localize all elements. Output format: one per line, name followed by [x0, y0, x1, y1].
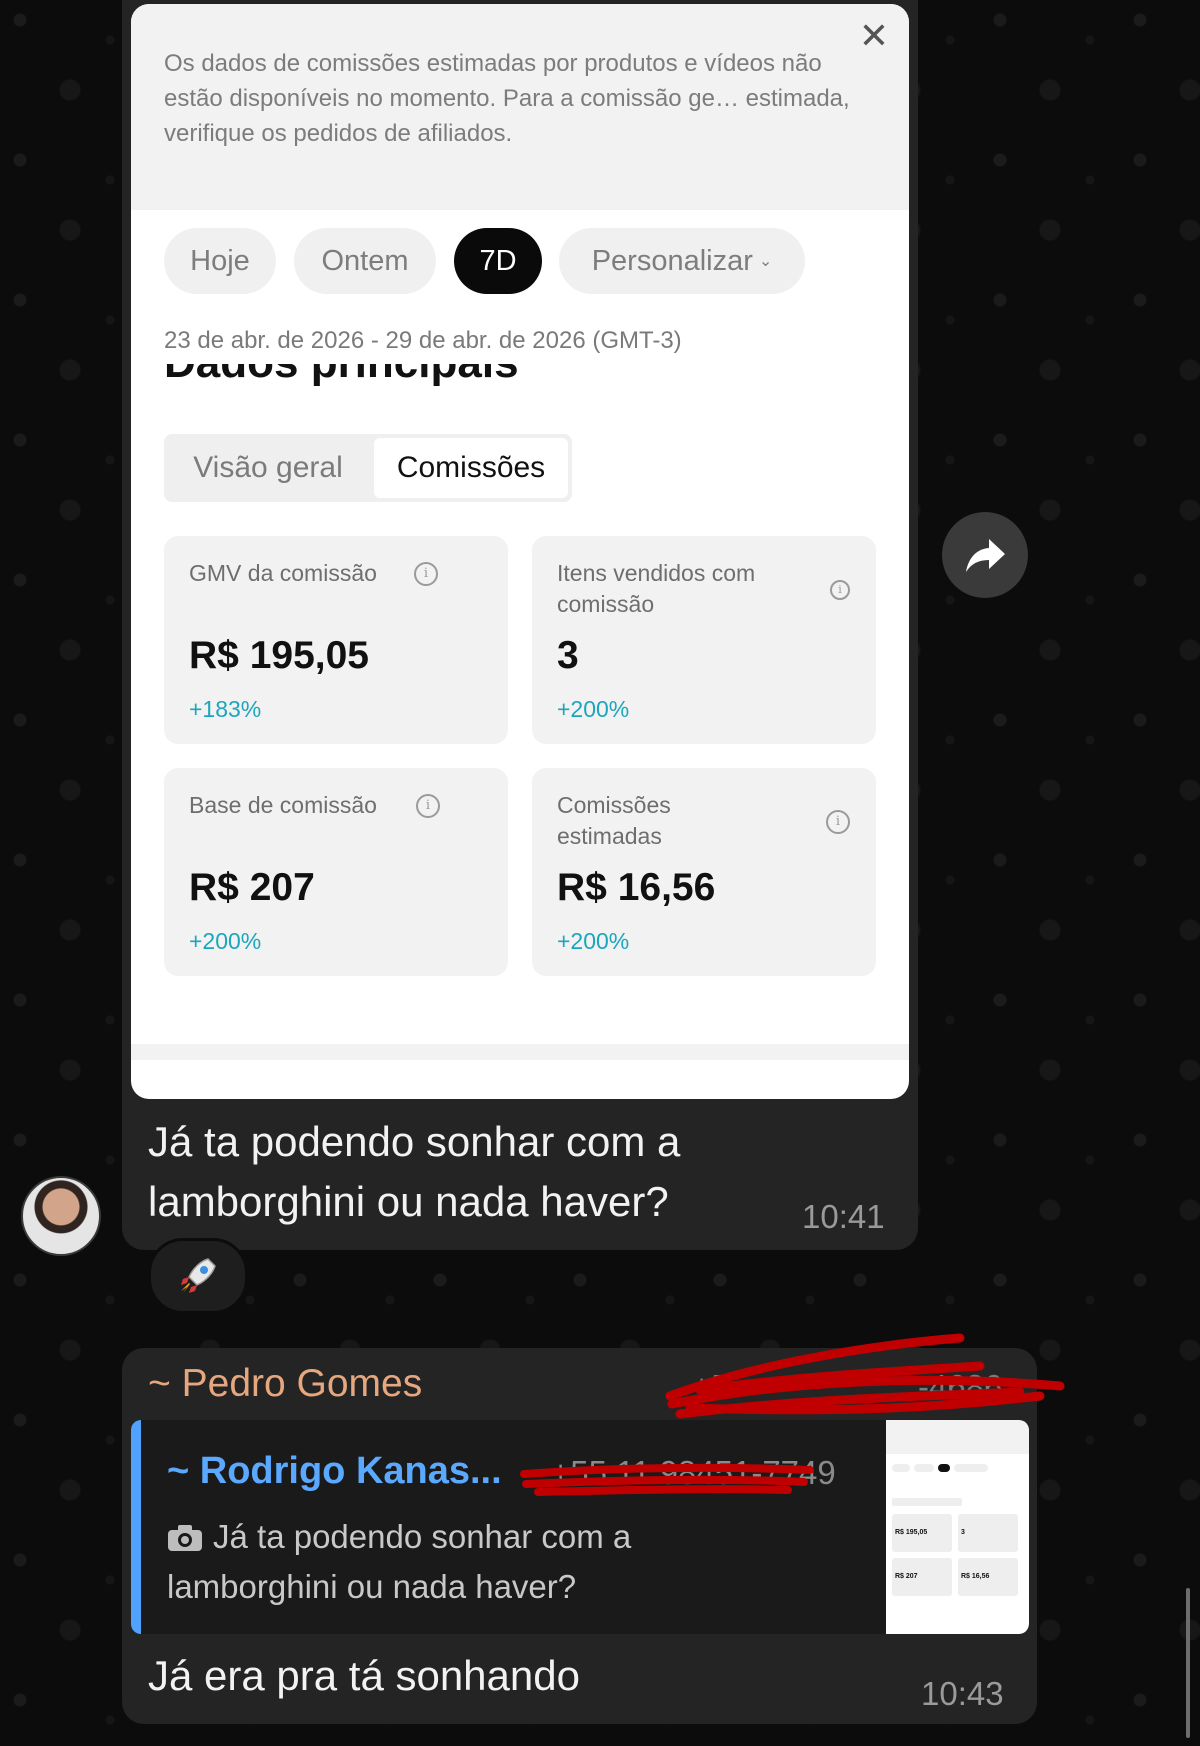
sender-name[interactable]: ~ Pedro Gomes [148, 1362, 422, 1406]
metric-card-items-sold: Itens vendidos com comissão i 3 +200% [532, 536, 876, 744]
metric-card-commission-base: Base de comissão i R$ 207 +200% [164, 768, 508, 976]
message-text: Já ta podendo sonhar com a lamborghini o… [148, 1118, 681, 1225]
info-icon: i [830, 580, 850, 600]
metric-label: Comissões estimadas [557, 792, 671, 849]
chevron-down-icon: ⌄ [758, 253, 773, 270]
date-range: 23 de abr. de 2026 - 29 de abr. de 2026 … [164, 327, 682, 354]
sender-phone: +5 [692, 1368, 730, 1405]
metric-value: 3 [557, 634, 579, 677]
forward-icon [966, 539, 1005, 572]
tab-commissions: Comissões [374, 438, 568, 498]
filter-today: Hoje [164, 228, 276, 294]
avatar[interactable] [21, 1176, 101, 1256]
message-timestamp: 10:43 [921, 1675, 1004, 1712]
message-text: Já era pra tá sonhando [148, 1652, 580, 1699]
thumb-value: 3 [961, 1529, 965, 1536]
metric-change: +200% [557, 696, 630, 722]
thumb-value: R$ 16,56 [961, 1573, 990, 1580]
camera-icon [168, 1525, 202, 1551]
metric-change: +200% [189, 928, 262, 954]
metric-card-gmv: GMV da comissão i R$ 195,05 +183% [164, 536, 508, 744]
filter-7d: 7D [454, 228, 542, 294]
quoted-message[interactable]: ~ Rodrigo Kanas... +55 11 98451-7749 Já … [131, 1420, 1029, 1634]
quote-phone: +55 11 98451-7749 [551, 1454, 836, 1491]
notice-banner: Os dados de comissões estimadas por prod… [131, 4, 909, 210]
metric-change: +183% [189, 696, 262, 722]
metric-value: R$ 195,05 [189, 634, 369, 677]
notice-text: Os dados de comissões estimadas por prod… [164, 50, 850, 147]
scrollbar[interactable] [1186, 1588, 1190, 1738]
filter-custom: Personalizar ⌄ [559, 228, 805, 294]
info-icon: i [414, 562, 438, 586]
metric-change: +200% [557, 928, 630, 954]
quote-text: Já ta podendo sonhar com a lamborghini o… [167, 1518, 632, 1605]
info-icon: i [416, 794, 440, 818]
metric-label: Itens vendidos com comissão [557, 560, 756, 617]
thumb-value: R$ 195,05 [895, 1529, 928, 1536]
divider [131, 1044, 909, 1060]
metric-value: R$ 207 [189, 866, 315, 909]
message-timestamp: 10:41 [802, 1198, 885, 1235]
close-icon: ✕ [858, 15, 889, 56]
screenshot-image[interactable]: Os dados de comissões estimadas por prod… [131, 4, 909, 1099]
filter-yesterday: Ontem [294, 228, 436, 294]
quote-thumbnail: R$ 195,05 3 R$ 207 R$ 16,56 [886, 1420, 1029, 1634]
info-icon: i [826, 810, 850, 834]
metric-card-estimated-commissions: Comissões estimadas i R$ 16,56 +200% [532, 768, 876, 976]
quote-accent-bar [131, 1420, 141, 1634]
tab-switcher: Visão geral Comissões [164, 434, 572, 502]
thumb-value: R$ 207 [895, 1573, 918, 1580]
quote-author: ~ Rodrigo Kanas... [167, 1450, 502, 1492]
section-title: Dados principais [164, 364, 764, 396]
reaction-badge[interactable] [148, 1238, 248, 1314]
sender-phone-tail: -4686 [918, 1368, 1003, 1405]
forward-button[interactable] [942, 512, 1028, 598]
rocket-icon [181, 1258, 216, 1293]
tab-overview: Visão geral [193, 451, 343, 484]
metric-value: R$ 16,56 [557, 866, 716, 909]
